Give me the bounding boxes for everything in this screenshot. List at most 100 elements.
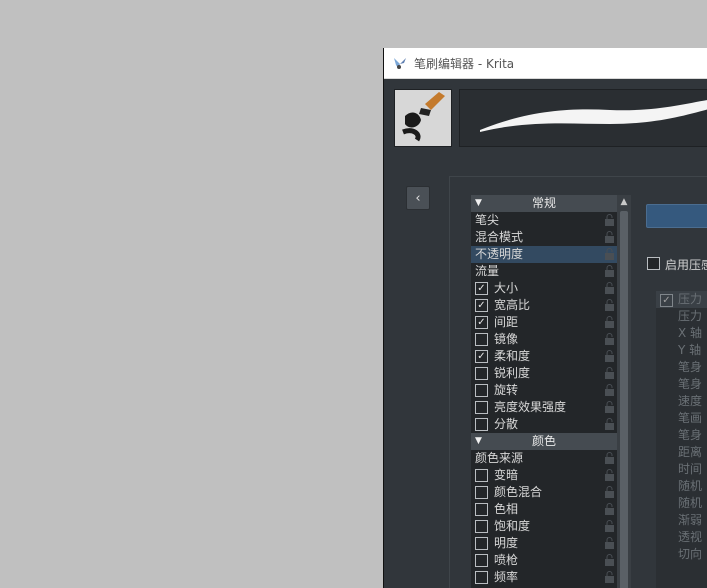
scrollbar-thumb[interactable] <box>620 211 628 588</box>
option-list-item[interactable]: ✓ 宽高比 <box>471 297 617 314</box>
option-category-list[interactable]: ▼ 常规 笔尖 混合模式 不透明度 流量 ✓ 大小 ✓ 宽高比 ✓ 间距 镜像 ✓ 柔和度 锐利度旋转亮度效果… <box>471 195 617 588</box>
option-list-item[interactable]: 颜色来源 <box>471 450 617 467</box>
enable-pressure-checkbox[interactable] <box>647 257 660 270</box>
category-header[interactable]: ▼ 颜色 <box>471 433 617 450</box>
brush-preset-thumbnail[interactable] <box>394 89 452 147</box>
option-checkbox[interactable]: ✓ <box>475 282 488 295</box>
lock-icon[interactable] <box>604 384 615 397</box>
lock-icon[interactable] <box>604 299 615 312</box>
option-checkbox[interactable] <box>475 333 488 346</box>
option-checkbox[interactable] <box>475 401 488 414</box>
lock-icon[interactable] <box>604 248 615 261</box>
lock-icon[interactable] <box>604 469 615 482</box>
sensor-item[interactable]: ✓ 压力 <box>656 291 707 308</box>
option-label: 频率 <box>494 570 519 584</box>
lock-icon[interactable] <box>604 452 615 465</box>
option-checkbox[interactable] <box>475 469 488 482</box>
option-list-item[interactable]: 频率 <box>471 569 617 586</box>
option-list-scrollbar[interactable]: ▲ <box>617 195 631 588</box>
sensor-item[interactable]: 随机 <box>656 495 707 512</box>
option-list-item[interactable]: 笔尖 <box>471 212 617 229</box>
lock-icon[interactable] <box>604 316 615 329</box>
option-list-item[interactable]: 混合模式 <box>471 229 617 246</box>
sensor-item[interactable]: 时间 <box>656 461 707 478</box>
option-checkbox[interactable] <box>475 520 488 533</box>
lock-icon[interactable] <box>604 418 615 431</box>
sensor-checkbox[interactable]: ✓ <box>660 294 673 307</box>
option-list-item[interactable]: 颜色混合 <box>471 484 617 501</box>
option-label: 锐利度 <box>494 366 531 380</box>
sensor-item[interactable]: X 轴 <box>656 325 707 342</box>
sensor-label: 随机 <box>678 479 703 493</box>
sensor-item[interactable]: 笔身 <box>656 376 707 393</box>
option-list-item[interactable]: ✓ 间距 <box>471 314 617 331</box>
lock-icon[interactable] <box>604 503 615 516</box>
option-list-item[interactable]: 镜像 <box>471 331 617 348</box>
sensor-item[interactable]: 笔身 <box>656 427 707 444</box>
collapse-triangle-icon[interactable]: ▼ <box>475 433 482 450</box>
option-list-item[interactable]: 喷枪 <box>471 552 617 569</box>
sensor-item[interactable]: 压力 <box>656 308 707 325</box>
option-checkbox[interactable] <box>475 571 488 584</box>
option-list-item[interactable]: 不透明度 <box>471 246 617 263</box>
sensor-item[interactable]: 速度 <box>656 393 707 410</box>
option-list-item[interactable]: 分散 <box>471 416 617 433</box>
option-list-item[interactable]: 变暗 <box>471 467 617 484</box>
option-checkbox[interactable] <box>475 537 488 550</box>
option-list-item[interactable]: 锐利度 <box>471 365 617 382</box>
lock-icon[interactable] <box>604 571 615 584</box>
sensor-label: 笔身 <box>678 428 703 442</box>
sensor-item[interactable]: 切向 <box>656 546 707 563</box>
sensor-item[interactable]: 渐弱 <box>656 512 707 529</box>
sensor-item[interactable]: 笔身 <box>656 359 707 376</box>
lock-icon[interactable] <box>604 486 615 499</box>
option-checkbox[interactable]: ✓ <box>475 299 488 312</box>
sensor-item[interactable]: 透视 <box>656 529 707 546</box>
option-checkbox[interactable]: ✓ <box>475 350 488 363</box>
stroke-preview-area[interactable] <box>459 89 707 147</box>
option-checkbox[interactable]: ✓ <box>475 316 488 329</box>
option-label: 旋转 <box>494 383 519 397</box>
option-checkbox[interactable] <box>475 554 488 567</box>
lock-icon[interactable] <box>604 265 615 278</box>
option-list-item[interactable]: ✓ 大小 <box>471 280 617 297</box>
option-list-item[interactable]: 明度 <box>471 535 617 552</box>
lock-icon[interactable] <box>604 282 615 295</box>
scroll-up-icon[interactable]: ▲ <box>619 197 629 207</box>
sensor-list[interactable]: ✓ 压力 压力 X 轴Y 轴笔身 笔身 速度 笔画 笔身 距离 时间 随机 随机 渐弱 透视 切向 <box>656 291 707 588</box>
curve-option-button[interactable] <box>646 204 707 228</box>
option-checkbox[interactable] <box>475 367 488 380</box>
lock-icon[interactable] <box>604 214 615 227</box>
sensor-item[interactable]: 距离 <box>656 444 707 461</box>
window-title: 笔刷编辑器 - Krita <box>414 57 515 71</box>
lock-icon[interactable] <box>604 333 615 346</box>
collapse-left-button[interactable]: ‹ <box>406 186 430 210</box>
option-label: 分散 <box>494 417 519 431</box>
option-checkbox[interactable] <box>475 503 488 516</box>
lock-icon[interactable] <box>604 520 615 533</box>
lock-icon[interactable] <box>604 401 615 414</box>
lock-icon[interactable] <box>604 367 615 380</box>
option-checkbox[interactable] <box>475 384 488 397</box>
option-list-item[interactable]: 流量 <box>471 263 617 280</box>
sensor-item[interactable]: 笔画 <box>656 410 707 427</box>
option-list-item[interactable]: 饱和度 <box>471 518 617 535</box>
option-list-item[interactable]: 色相 <box>471 501 617 518</box>
option-list-item[interactable]: ✓ 柔和度 <box>471 348 617 365</box>
sensor-item[interactable]: 随机 <box>656 478 707 495</box>
lock-icon[interactable] <box>604 350 615 363</box>
stroke-preview-curve <box>480 100 707 132</box>
option-list-item[interactable]: 亮度效果强度 <box>471 399 617 416</box>
option-label: 饱和度 <box>494 519 531 533</box>
category-header[interactable]: ▼ 常规 <box>471 195 617 212</box>
lock-icon[interactable] <box>604 554 615 567</box>
option-list-item[interactable]: 旋转 <box>471 382 617 399</box>
title-bar[interactable]: 笔刷编辑器 - Krita <box>384 48 707 79</box>
sensor-item[interactable]: Y 轴 <box>656 342 707 359</box>
collapse-triangle-icon[interactable]: ▼ <box>475 195 482 212</box>
lock-icon[interactable] <box>604 231 615 244</box>
lock-icon[interactable] <box>604 537 615 550</box>
option-checkbox[interactable] <box>475 486 488 499</box>
option-checkbox[interactable] <box>475 418 488 431</box>
preset-header <box>384 79 707 174</box>
